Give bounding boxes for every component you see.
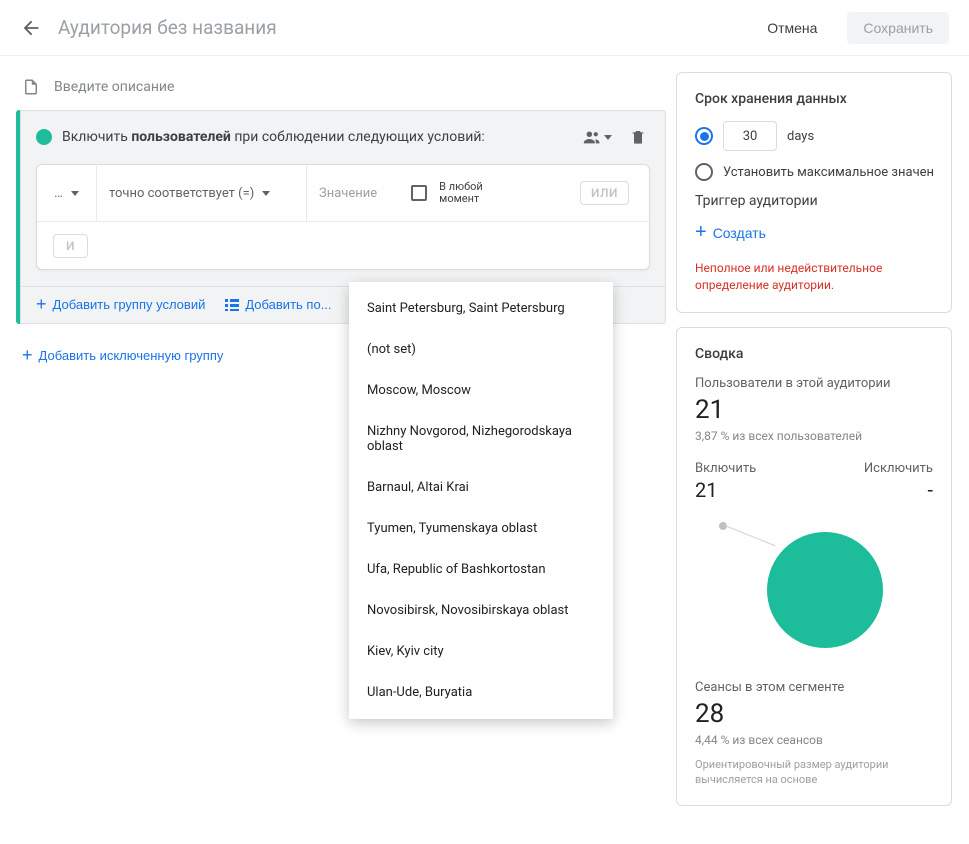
- chart-line-icon: [725, 525, 775, 546]
- create-trigger-button[interactable]: + Создать: [695, 219, 766, 246]
- retention-days-input[interactable]: 30: [723, 121, 777, 151]
- plus-icon: +: [36, 300, 47, 309]
- days-unit: days: [787, 129, 814, 144]
- suggestion-item[interactable]: Ufa, Republic of Bashkortostan: [349, 549, 613, 590]
- retention-max-option[interactable]: Установить максимальное значение: [695, 163, 933, 181]
- side-panels: Срок хранения данных 30 days Установить …: [676, 72, 952, 806]
- exclude-label: Исключить: [864, 461, 933, 476]
- chevron-down-icon: [262, 191, 270, 196]
- group-title: Включить пользователей при соблюдении сл…: [62, 129, 568, 145]
- value-input[interactable]: Значение: [319, 186, 377, 201]
- value-cell: Значение В любой момент ИЛИ: [307, 165, 649, 221]
- add-sequence-button[interactable]: Добавить по...: [225, 297, 331, 312]
- delete-group-button[interactable]: [626, 124, 650, 150]
- radio-selected-icon: [695, 127, 713, 145]
- suggestion-item[interactable]: (not set): [349, 329, 613, 370]
- suggestion-item[interactable]: Tyumen, Tyumenskaya oblast: [349, 508, 613, 549]
- value-suggestions-dropdown: Saint Petersburg, Saint Petersburg (not …: [349, 282, 613, 719]
- audience-title[interactable]: Аудитория без названия: [58, 16, 737, 39]
- include-label: Включить: [695, 461, 756, 476]
- audience-editor: Введите описание Включить пользователей …: [16, 72, 666, 387]
- suggestion-item[interactable]: Nizhny Novgorod, Nizhegorodskaya oblast: [349, 411, 613, 467]
- sessions-label: Сеансы в этом сегменте: [695, 680, 933, 695]
- or-button[interactable]: ИЛИ: [580, 181, 629, 205]
- include-indicator-icon: [36, 129, 52, 145]
- back-button[interactable]: [20, 17, 42, 39]
- validation-error: Неполное или недействительное определени…: [695, 260, 933, 294]
- plus-icon: +: [22, 351, 33, 360]
- add-excluded-group-button[interactable]: + Добавить исключенную группу: [16, 324, 229, 387]
- retention-title: Срок хранения данных: [695, 91, 933, 107]
- summary-chart: [695, 508, 933, 658]
- people-icon: [582, 128, 604, 146]
- scope-menu[interactable]: [578, 124, 616, 150]
- suggestion-item[interactable]: Kiev, Kyiv city: [349, 631, 613, 672]
- exclude-value: -: [864, 478, 933, 502]
- arrow-left-icon: [20, 17, 42, 39]
- retention-card: Срок хранения данных 30 days Установить …: [676, 72, 952, 313]
- summary-footnote: Ориентировочный размер аудитории вычисля…: [695, 757, 933, 788]
- description-row[interactable]: Введите описание: [16, 72, 666, 110]
- include-value: 21: [695, 478, 756, 502]
- suggestion-item[interactable]: Ulan-Ude, Buryatia: [349, 672, 613, 713]
- suggestion-item[interactable]: Saint Petersburg, Saint Petersburg: [349, 288, 613, 329]
- users-label: Пользователи в этой аудитории: [695, 376, 933, 391]
- radio-unselected-icon: [695, 163, 713, 181]
- users-pct: 3,87 % из всех пользователей: [695, 429, 933, 443]
- suggestion-item[interactable]: Novosibirsk, Novosibirskaya oblast: [349, 590, 613, 631]
- sessions-pct: 4,44 % из всех сеансов: [695, 733, 933, 747]
- retention-days-option[interactable]: 30 days: [695, 121, 933, 151]
- document-icon: [22, 78, 40, 96]
- group-header: Включить пользователей при соблюдении сл…: [20, 110, 666, 164]
- add-condition-group-button[interactable]: + Добавить группу условий: [36, 297, 205, 312]
- header-bar: Аудитория без названия Отмена Сохранить: [0, 0, 969, 56]
- suggestion-item[interactable]: Barnaul, Altai Krai: [349, 467, 613, 508]
- save-button: Сохранить: [847, 12, 949, 44]
- chevron-down-icon: [71, 191, 79, 196]
- anytime-checkbox[interactable]: [411, 185, 427, 201]
- operator-selector[interactable]: точно соответствует (=): [97, 165, 307, 221]
- cancel-button[interactable]: Отмена: [753, 12, 831, 44]
- sessions-value: 28: [695, 699, 933, 729]
- plus-icon: +: [695, 221, 707, 244]
- summary-card: Сводка Пользователи в этой аудитории 21 …: [676, 327, 952, 807]
- trash-icon: [630, 128, 646, 146]
- users-value: 21: [695, 395, 933, 425]
- anytime-label: В любой момент: [439, 181, 483, 205]
- rule-card: … точно соответствует (=) Значение В люб…: [36, 164, 650, 270]
- chevron-down-icon: [604, 135, 612, 140]
- suggestion-item[interactable]: Moscow, Moscow: [349, 370, 613, 411]
- and-button[interactable]: И: [53, 234, 88, 258]
- summary-title: Сводка: [695, 346, 933, 362]
- pie-fill-icon: [767, 532, 883, 648]
- trigger-title: Триггер аудитории: [695, 193, 933, 209]
- dimension-selector[interactable]: …: [37, 165, 97, 221]
- description-placeholder: Введите описание: [54, 79, 174, 95]
